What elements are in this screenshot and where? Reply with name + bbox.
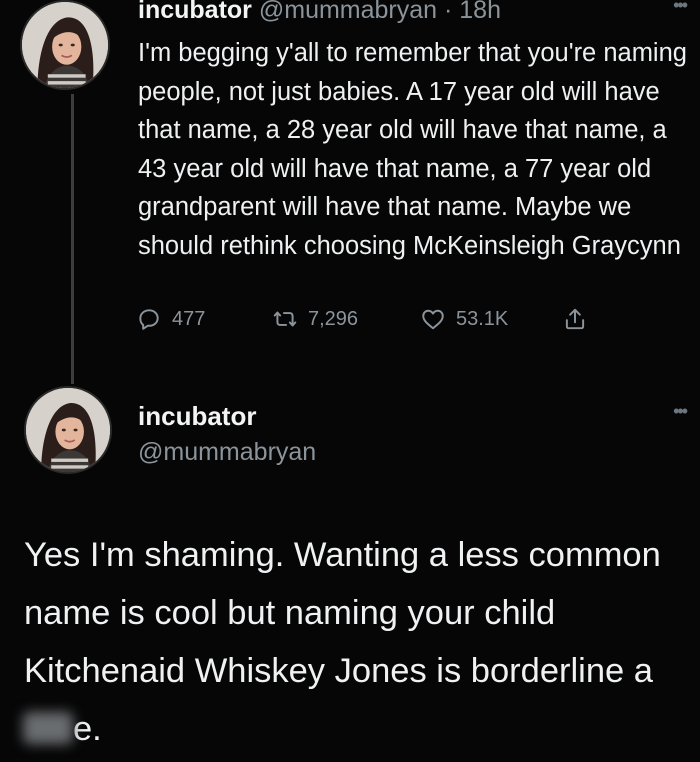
- reply-button[interactable]: 477: [136, 306, 205, 332]
- tweet-header: incubator @mummabryan · 18h: [138, 0, 501, 25]
- handle-and-timestamp[interactable]: @mummabryan · 18h: [259, 0, 501, 24]
- more-dots-icon[interactable]: •••: [673, 0, 688, 14]
- like-count: 53.1K: [456, 307, 509, 330]
- avatar[interactable]: [20, 0, 110, 90]
- like-button[interactable]: 53.1K: [420, 306, 508, 332]
- thread-connector-line: [71, 94, 74, 384]
- reply-count: 477: [172, 307, 206, 330]
- tweet-text: I'm begging y'all to remember that you'r…: [138, 39, 687, 260]
- profile-photo-icon: [22, 2, 108, 88]
- profile-photo-icon: [26, 388, 110, 472]
- retweet-icon: [273, 311, 297, 327]
- retweet-count: 7,296: [308, 307, 359, 330]
- display-name[interactable]: incubator: [138, 401, 256, 432]
- retweet-button[interactable]: 7,296: [272, 306, 358, 332]
- tweet-text-after: e.: [73, 710, 102, 748]
- avatar[interactable]: [24, 386, 112, 474]
- reply-icon: [139, 309, 159, 330]
- handle[interactable]: @mummabryan: [138, 438, 316, 467]
- display-name[interactable]: incubator: [138, 0, 252, 24]
- tweet-text-before: Yes I'm shaming. Wanting a less common n…: [24, 536, 661, 690]
- more-dots-icon[interactable]: •••: [673, 402, 688, 420]
- share-button[interactable]: [562, 306, 588, 332]
- blurred-word: [23, 712, 73, 744]
- share-icon: [565, 308, 585, 330]
- tweet-actions: 477 7,296 53.1K: [136, 300, 636, 340]
- like-icon: [422, 309, 444, 330]
- tweet-text: Yes I'm shaming. Wanting a less common n…: [23, 526, 694, 758]
- tweet-thread: incubator @mummabryan · 18h ••• I'm begg…: [0, 0, 700, 762]
